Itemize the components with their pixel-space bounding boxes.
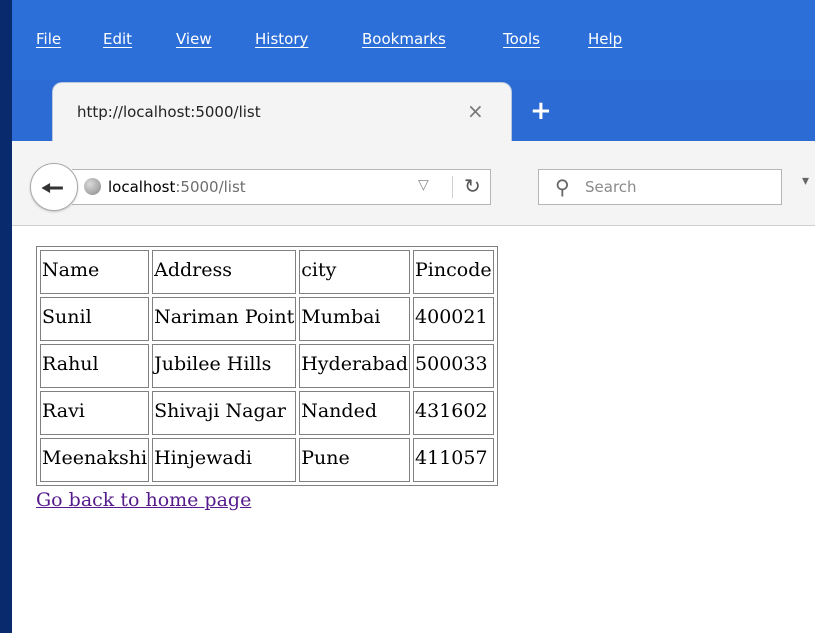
reload-icon[interactable]: ↻ [464,174,481,198]
table-cell: Mumbai [299,297,411,341]
search-input[interactable]: ⚲ Search [538,169,782,205]
table-cell: Shivaji Nagar [152,391,297,435]
globe-icon[interactable] [84,178,101,195]
search-icon: ⚲ [555,175,570,199]
table-header-cell: Pincode [413,250,494,294]
menu-bookmarks[interactable]: Bookmarks [362,30,446,48]
tab-active[interactable]: http://localhost:5000/list × [52,82,512,143]
table-row: Sunil Nariman Point Mumbai 400021 [40,297,494,341]
table-cell: Ravi [40,391,150,435]
page-content: Name Address city Pincode Sunil Nariman … [36,246,498,511]
table-cell: Hyderabad [299,344,411,388]
table-cell: Jubilee Hills [152,344,297,388]
table-header-cell: city [299,250,411,294]
table-cell: Sunil [40,297,150,341]
table-header-cell: Address [152,250,297,294]
home-link[interactable]: Go back to home page [36,489,251,511]
navigation-toolbar: localhost:5000/list ▽ ↻ 🠔 ⚲ Search ▾ [12,141,815,226]
table-cell: 431602 [413,391,494,435]
table-cell: 400021 [413,297,494,341]
table-row: Meenakshi Hinjewadi Pune 411057 [40,438,494,482]
window-frame-edge [0,0,12,633]
tab-title: http://localhost:5000/list [77,103,261,121]
back-arrow-icon: 🠔 [41,174,64,204]
menu-edit[interactable]: Edit [103,30,132,48]
new-tab-icon[interactable]: + [530,96,552,126]
menu-view[interactable]: View [176,30,212,48]
menu-bar: File Edit View History Bookmarks Tools H… [12,0,815,80]
url-host: localhost [108,178,176,196]
url-bar-divider [452,176,453,198]
table-row: Ravi Shivaji Nagar Nanded 431602 [40,391,494,435]
dropdown-triangle-icon[interactable]: ▽ [418,177,429,193]
table-cell: Meenakshi [40,438,150,482]
toolbar-overflow-icon[interactable]: ▾ [802,173,809,189]
menu-history[interactable]: History [255,30,308,48]
table-cell: Pune [299,438,411,482]
url-bar[interactable]: localhost:5000/list ▽ ↻ [72,169,491,205]
table-cell: Nanded [299,391,411,435]
table-cell: 500033 [413,344,494,388]
browser-chrome: File Edit View History Bookmarks Tools H… [12,0,815,226]
menu-tools[interactable]: Tools [503,30,540,48]
table-cell: Rahul [40,344,150,388]
table-cell: Nariman Point [152,297,297,341]
table-row: Rahul Jubilee Hills Hyderabad 500033 [40,344,494,388]
table-header-cell: Name [40,250,150,294]
back-button[interactable]: 🠔 [30,163,78,211]
menu-help[interactable]: Help [588,30,622,48]
menu-file[interactable]: File [36,30,61,48]
data-table: Name Address city Pincode Sunil Nariman … [36,246,498,486]
table-header-row: Name Address city Pincode [40,250,494,294]
search-placeholder: Search [585,178,637,196]
url-text: localhost:5000/list [108,178,246,196]
close-tab-icon[interactable]: × [467,99,484,123]
table-cell: Hinjewadi [152,438,297,482]
table-cell: 411057 [413,438,494,482]
url-path: :5000/list [175,178,246,196]
